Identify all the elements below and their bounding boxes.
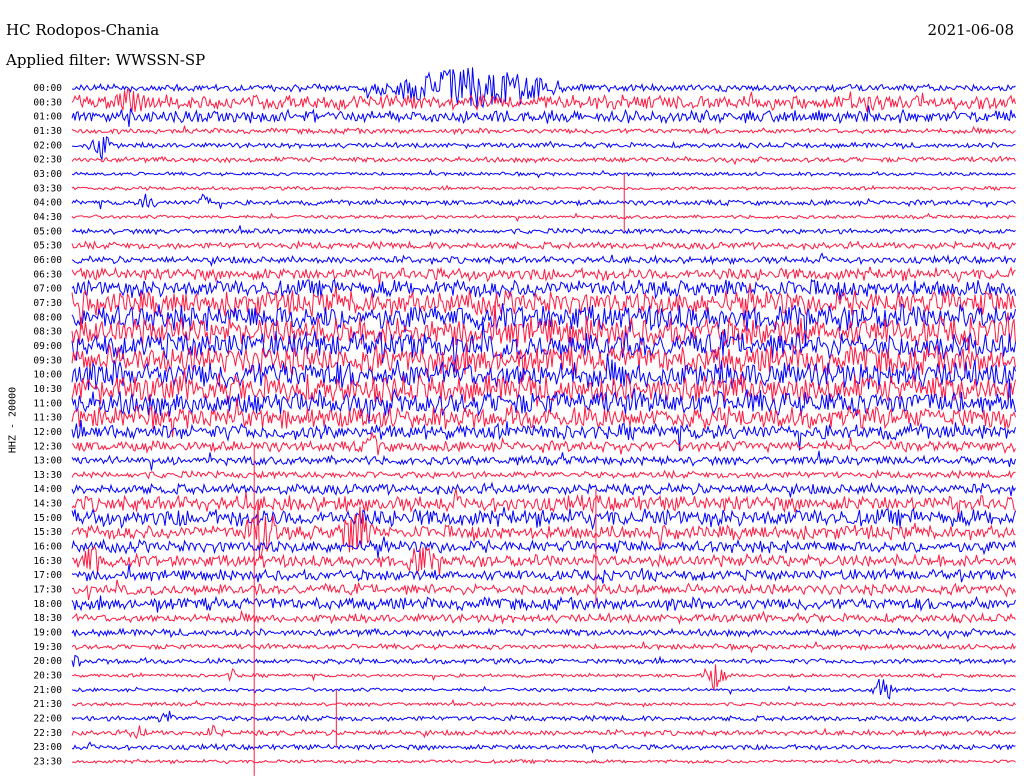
trace-row: [71, 125, 1016, 136]
trace-row: [71, 450, 1016, 471]
trace-row: [71, 105, 1016, 127]
trace-row: [71, 536, 1016, 559]
trace-row: [71, 758, 1016, 765]
trace-row: [71, 469, 1016, 480]
trace-row: [71, 678, 1016, 700]
trace-row: [71, 545, 1016, 576]
trace-row: [71, 278, 1016, 300]
time-label: 11:30: [33, 413, 62, 424]
trace-row: [71, 595, 1016, 613]
time-label: 20:00: [33, 656, 62, 667]
trace-row: [71, 432, 1016, 456]
time-label: 21:30: [33, 699, 62, 710]
time-label: 03:30: [33, 183, 62, 194]
trace-row: [71, 252, 1016, 267]
time-label: 15:30: [33, 527, 62, 538]
time-label: 22:00: [33, 714, 62, 725]
trace-row: [71, 654, 1016, 667]
trace-row: [71, 609, 1016, 625]
trace-row: [71, 627, 1016, 641]
trace-row: [71, 710, 1016, 723]
time-label: 04:00: [33, 198, 62, 209]
time-label: 13:30: [33, 470, 62, 481]
time-label: 22:30: [33, 728, 62, 739]
time-label: 00:00: [33, 83, 62, 94]
time-label: 12:30: [33, 441, 62, 452]
trace-row: [71, 579, 1016, 601]
time-label: 10:00: [33, 370, 62, 381]
trace-row: [71, 239, 1016, 251]
time-label: 12:00: [33, 427, 62, 438]
time-label: 08:30: [33, 327, 62, 338]
trace-row: [71, 168, 1016, 179]
trace-row: [71, 563, 1016, 584]
trace-row: [71, 136, 1016, 162]
time-label: 16:30: [33, 556, 62, 567]
seismogram-plot: 00:00 00:30 01:00 01:30 02:00 02:30 03:00 03:30…: [33, 67, 1016, 776]
trace-row: [71, 88, 1016, 113]
time-label: 10:30: [33, 384, 62, 395]
time-label: 02:00: [33, 140, 62, 151]
time-label: 23:30: [33, 757, 62, 768]
time-label: 14:00: [33, 484, 62, 495]
trace-row: [71, 266, 1016, 286]
time-label: 01:00: [33, 112, 62, 123]
time-label: 11:00: [33, 398, 62, 409]
time-label: 19:00: [33, 628, 62, 639]
time-label: 17:00: [33, 570, 62, 581]
time-label: 13:00: [33, 456, 62, 467]
trace-row: [71, 193, 1016, 210]
time-label: 07:30: [33, 298, 62, 309]
time-label: 23:00: [33, 742, 62, 753]
time-label: 20:30: [33, 671, 62, 682]
time-label: 19:30: [33, 642, 62, 653]
time-label: 06:00: [33, 255, 62, 266]
trace-row: [71, 481, 1016, 498]
time-label: 18:30: [33, 613, 62, 624]
time-label: 05:00: [33, 226, 62, 237]
time-label: 06:30: [33, 269, 62, 280]
time-label: 09:30: [33, 355, 62, 366]
time-label: 05:30: [33, 241, 62, 252]
trace-row: [71, 155, 1016, 166]
time-label: 03:00: [33, 169, 62, 180]
time-label: 17:30: [33, 585, 62, 596]
trace-row: [71, 184, 1016, 192]
time-label: 16:00: [33, 542, 62, 553]
time-label: 21:00: [33, 685, 62, 696]
trace-row: [71, 640, 1016, 654]
time-label: 00:30: [33, 97, 62, 108]
time-label: 14:30: [33, 499, 62, 510]
time-label: 07:00: [33, 284, 62, 295]
trace-row: [71, 664, 1016, 691]
time-label: 04:30: [33, 212, 62, 223]
trace-row: [71, 67, 1016, 109]
trace-row: [71, 212, 1016, 223]
trace-row: [71, 225, 1016, 237]
time-label: 01:30: [33, 126, 62, 137]
time-label: 02:30: [33, 155, 62, 166]
time-label: 09:00: [33, 341, 62, 352]
trace-row: [71, 724, 1016, 740]
trace-row: [71, 507, 1016, 531]
time-label: 18:00: [33, 599, 62, 610]
time-label: 08:00: [33, 312, 62, 323]
time-label: 15:00: [33, 513, 62, 524]
trace-row: [71, 698, 1016, 708]
trace-row: [71, 741, 1016, 754]
